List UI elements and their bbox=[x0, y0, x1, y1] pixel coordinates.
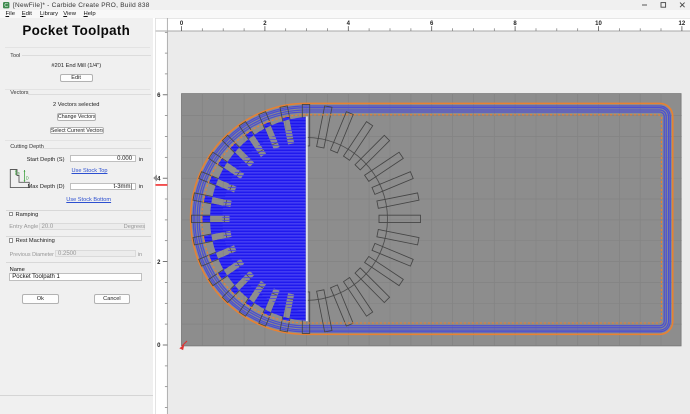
svg-text:D: D bbox=[26, 175, 29, 180]
svg-text:12: 12 bbox=[678, 21, 685, 27]
svg-text:s: s bbox=[18, 170, 20, 175]
svg-text:C: C bbox=[4, 3, 8, 9]
svg-text:10: 10 bbox=[595, 21, 602, 27]
